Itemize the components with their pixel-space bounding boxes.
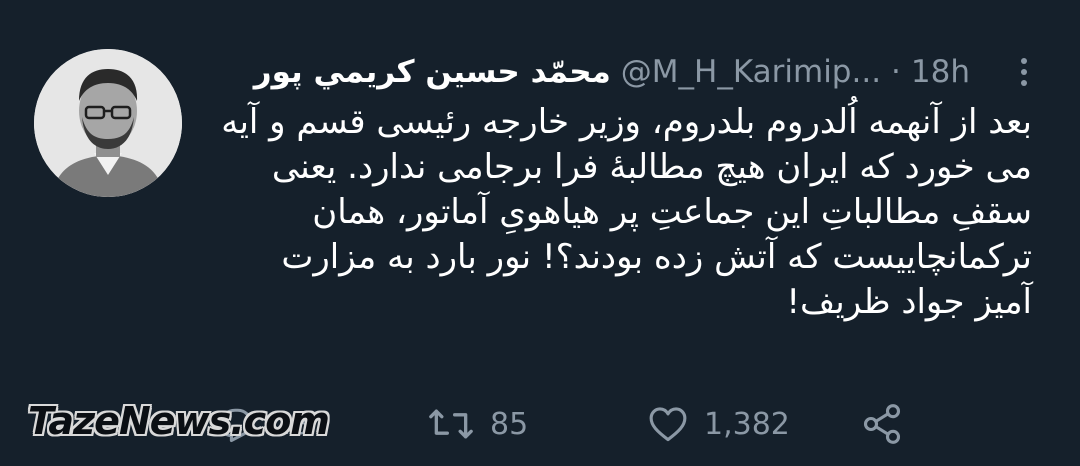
like-count: 1,382: [704, 406, 790, 442]
share-button[interactable]: [858, 396, 906, 452]
retweet-icon: [429, 409, 473, 439]
author-name[interactable]: محمّد حسين كريمي پور: [254, 54, 611, 90]
avatar[interactable]: [34, 49, 182, 197]
tweet-text-line: ترکمانچاییست که آتش زده بودند؟! نور بارد…: [281, 237, 1032, 277]
tweet-text: بعد از آنهمه اُلدروم بلدروم، وزیر خارجه …: [202, 100, 1032, 325]
tweet-text-line: می خورد که ایران هیچ مطالبهٔ فرا برجامی …: [271, 147, 1032, 187]
retweet-count: 85: [490, 406, 529, 442]
tweet-header: محمّد حسين كريمي پور @M_H_Karimip... · 1…: [254, 52, 970, 92]
tweet-timestamp[interactable]: 18h: [911, 54, 970, 90]
more-vertical-icon[interactable]: [1012, 50, 1036, 94]
watermark: TazeNews.com: [28, 399, 330, 443]
avatar-photo: [34, 49, 182, 197]
like-button[interactable]: 1,382: [646, 396, 790, 452]
tweet-text-line: آمیز جواد ظریف!: [786, 282, 1032, 322]
share-icon: [863, 404, 901, 444]
tweet-text-line: بعد از آنهمه اُلدروم بلدروم، وزیر خارجه …: [221, 102, 1032, 142]
tweet-text-line: سقفِ مطالباتِ این جماعتِ پر هیاهویِ آمات…: [312, 192, 1032, 232]
author-handle[interactable]: @M_H_Karimip...: [621, 54, 881, 90]
retweet-button[interactable]: 85: [426, 396, 528, 452]
separator-dot: ·: [891, 54, 901, 90]
heart-icon: [649, 407, 687, 442]
